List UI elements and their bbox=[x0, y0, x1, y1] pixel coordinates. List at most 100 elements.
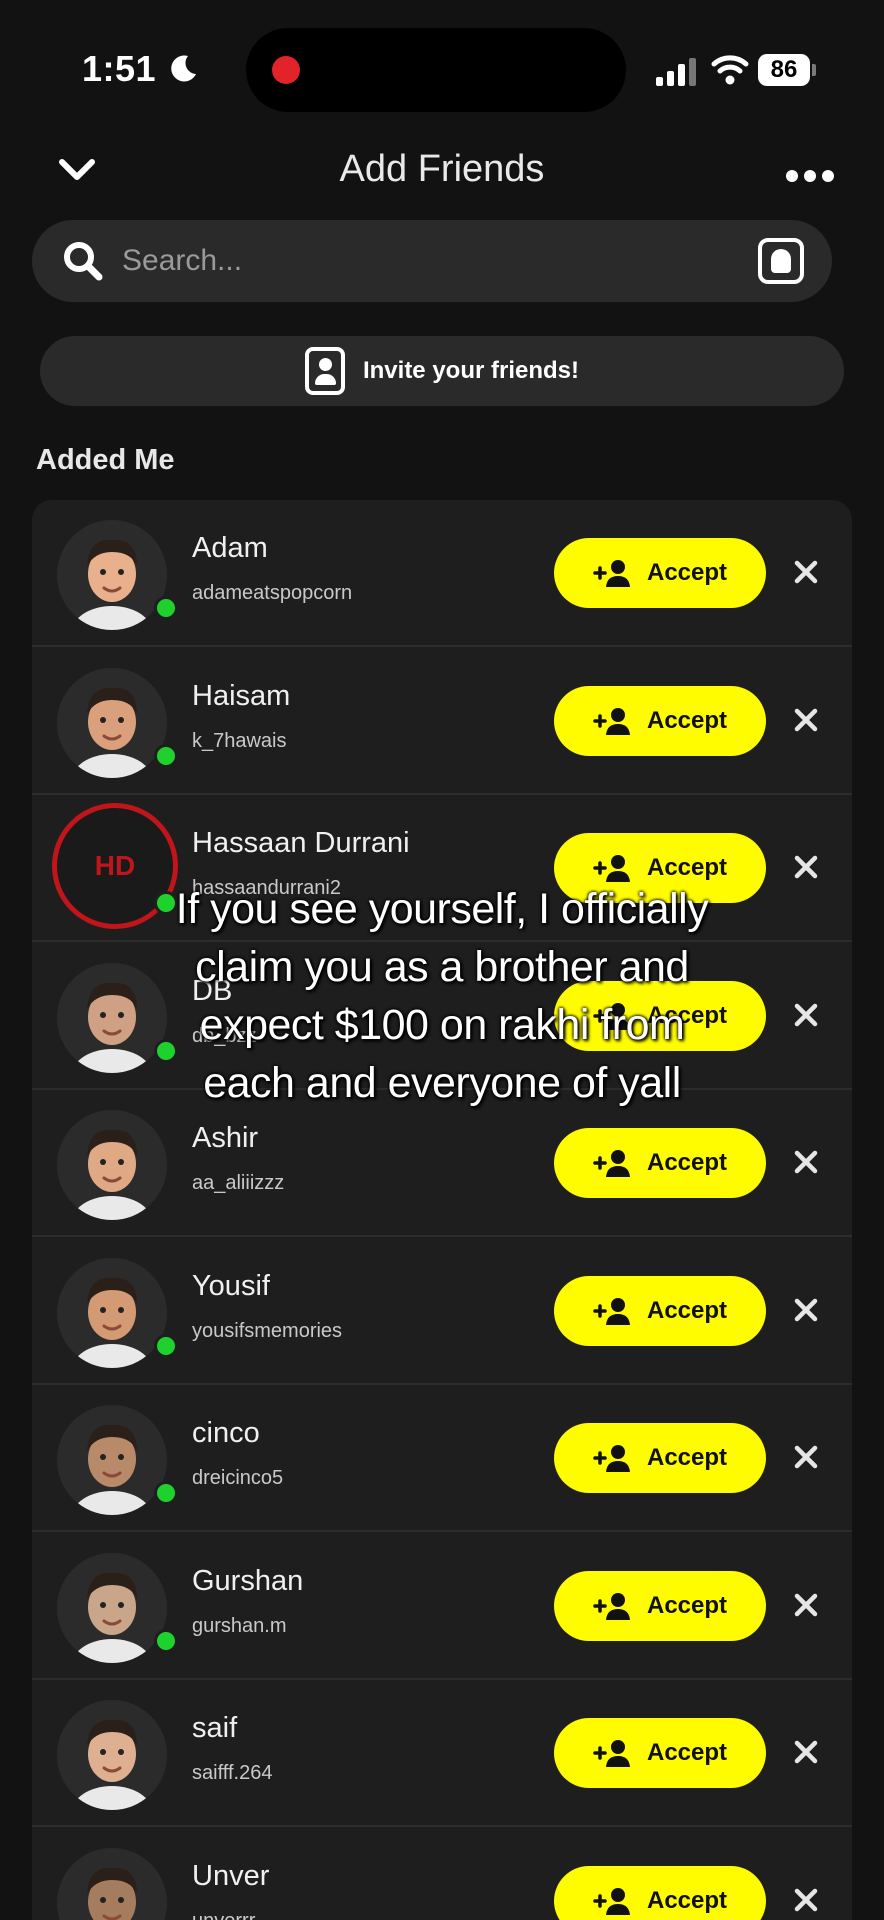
dismiss-request-close-icon[interactable] bbox=[792, 1886, 820, 1914]
accept-label: Accept bbox=[646, 1739, 728, 1766]
accept-button[interactable]: Accept bbox=[554, 1128, 766, 1198]
friend-display-name: saif bbox=[192, 1712, 238, 1744]
online-status-indicator bbox=[154, 1334, 178, 1358]
bitmoji-avatar-icon bbox=[57, 668, 167, 778]
page-title: Add Friends bbox=[339, 148, 545, 190]
search-input[interactable] bbox=[122, 220, 702, 302]
moon-icon bbox=[168, 54, 198, 84]
add-friend-icon bbox=[593, 1150, 630, 1177]
wifi-icon bbox=[711, 55, 749, 85]
dismiss-request-close-icon[interactable] bbox=[792, 558, 820, 586]
accept-button[interactable]: Accept bbox=[554, 686, 766, 756]
cellular-signal-icon bbox=[656, 56, 696, 86]
avatar[interactable] bbox=[57, 1848, 167, 1920]
add-friend-icon bbox=[593, 855, 630, 882]
accept-label: Accept bbox=[646, 854, 728, 881]
friend-username: saifff.264 bbox=[192, 1762, 273, 1784]
accept-button[interactable]: Accept bbox=[554, 1571, 766, 1641]
online-status-indicator bbox=[154, 744, 178, 768]
accept-label: Accept bbox=[646, 1444, 728, 1471]
dismiss-request-close-icon[interactable] bbox=[792, 1738, 820, 1766]
accept-button[interactable]: Accept bbox=[554, 538, 766, 608]
avatar[interactable] bbox=[57, 1553, 167, 1663]
dismiss-request-close-icon[interactable] bbox=[792, 706, 820, 734]
dismiss-request-close-icon[interactable] bbox=[792, 853, 820, 881]
accept-label: Accept bbox=[646, 1887, 728, 1914]
search-bar[interactable] bbox=[32, 220, 832, 302]
snapcode-scan-icon[interactable] bbox=[758, 238, 804, 284]
bitmoji-avatar-icon bbox=[57, 1258, 167, 1368]
avatar[interactable] bbox=[57, 1258, 167, 1368]
invite-friends-label: Invite your friends! bbox=[362, 357, 580, 384]
add-friend-icon bbox=[593, 1888, 630, 1915]
online-status-indicator bbox=[154, 1481, 178, 1505]
friend-request-row[interactable]: Ashir aa_aliiizzz Accept bbox=[32, 1090, 852, 1237]
friend-request-row[interactable]: Yousif yousifsmemories Accept bbox=[32, 1238, 852, 1385]
friend-request-row[interactable]: Unver unverrr Accept bbox=[32, 1828, 852, 1920]
battery-cap bbox=[812, 64, 816, 76]
add-friend-icon bbox=[593, 1593, 630, 1620]
dismiss-request-close-icon[interactable] bbox=[792, 1296, 820, 1324]
friend-display-name: Ashir bbox=[192, 1122, 259, 1154]
contacts-icon bbox=[304, 347, 345, 395]
online-status-indicator bbox=[154, 596, 178, 620]
dismiss-request-close-icon[interactable] bbox=[792, 1148, 820, 1176]
added-me-list: Adam adameatspopcorn Accept Haisam k_7ha… bbox=[32, 500, 852, 1920]
bitmoji-avatar-icon bbox=[57, 1700, 167, 1810]
friend-display-name: Yousif bbox=[192, 1270, 270, 1302]
avatar[interactable] bbox=[57, 520, 167, 630]
avatar[interactable] bbox=[57, 1700, 167, 1810]
accept-label: Accept bbox=[646, 707, 728, 734]
search-icon bbox=[64, 242, 103, 281]
more-options-icon[interactable] bbox=[786, 170, 834, 182]
friend-username: adameatspopcorn bbox=[192, 582, 353, 604]
friend-username: aa_aliiizzz bbox=[192, 1172, 285, 1194]
avatar-initials: HD bbox=[94, 850, 136, 881]
add-friend-icon bbox=[593, 560, 630, 587]
accept-button[interactable]: Accept bbox=[554, 1718, 766, 1788]
friend-request-row[interactable]: Gurshan gurshan.m Accept bbox=[32, 1533, 852, 1680]
friend-display-name: Unver bbox=[192, 1860, 270, 1892]
video-caption-overlay: If you see yourself, I officially claim … bbox=[175, 885, 709, 1107]
recording-indicator-icon bbox=[272, 56, 300, 84]
friend-display-name: Haisam bbox=[192, 680, 291, 712]
friend-request-row[interactable]: saif saifff.264 Accept bbox=[32, 1680, 852, 1827]
battery-level: 86 bbox=[758, 54, 810, 86]
accept-button[interactable]: Accept bbox=[554, 1276, 766, 1346]
add-friend-icon bbox=[593, 1740, 630, 1767]
dismiss-request-close-icon[interactable] bbox=[792, 1591, 820, 1619]
dismiss-request-close-icon[interactable] bbox=[792, 1001, 820, 1029]
avatar[interactable] bbox=[57, 668, 167, 778]
add-friend-icon bbox=[593, 1298, 630, 1325]
friend-username: k_7hawais bbox=[192, 730, 287, 752]
avatar[interactable] bbox=[57, 1405, 167, 1515]
accept-label: Accept bbox=[646, 1297, 728, 1324]
online-status-indicator bbox=[154, 1629, 178, 1653]
add-friend-icon bbox=[593, 1445, 630, 1472]
friend-display-name: cinco bbox=[192, 1417, 260, 1449]
bitmoji-avatar-icon bbox=[57, 1405, 167, 1515]
bitmoji-avatar-icon bbox=[57, 1110, 167, 1220]
dynamic-island bbox=[246, 28, 626, 112]
section-title-added-me: Added Me bbox=[36, 444, 175, 476]
accept-label: Accept bbox=[646, 1149, 728, 1176]
friend-request-row[interactable]: Haisam k_7hawais Accept bbox=[32, 648, 852, 795]
friend-display-name: Hassaan Durrani bbox=[192, 827, 410, 859]
bitmoji-avatar-icon bbox=[57, 1848, 167, 1920]
accept-button[interactable]: Accept bbox=[554, 1423, 766, 1493]
invite-friends-button[interactable]: Invite your friends! bbox=[40, 336, 844, 406]
avatar[interactable] bbox=[57, 1110, 167, 1220]
status-time: 1:51 bbox=[82, 48, 157, 89]
friend-display-name: Gurshan bbox=[192, 1565, 304, 1597]
friend-username: dreicinco5 bbox=[192, 1467, 284, 1489]
friend-request-row[interactable]: cinco dreicinco5 Accept bbox=[32, 1385, 852, 1532]
friend-request-row[interactable]: Adam adameatspopcorn Accept bbox=[32, 500, 852, 647]
friend-username: unverrr bbox=[192, 1910, 255, 1920]
bitmoji-avatar-icon bbox=[57, 1553, 167, 1663]
accept-button[interactable]: Accept bbox=[554, 1866, 766, 1920]
friend-display-name: Adam bbox=[192, 532, 268, 564]
bitmoji-avatar-icon bbox=[57, 520, 167, 630]
dismiss-request-close-icon[interactable] bbox=[792, 1443, 820, 1471]
add-friend-icon bbox=[593, 708, 630, 735]
accept-label: Accept bbox=[646, 1592, 728, 1619]
